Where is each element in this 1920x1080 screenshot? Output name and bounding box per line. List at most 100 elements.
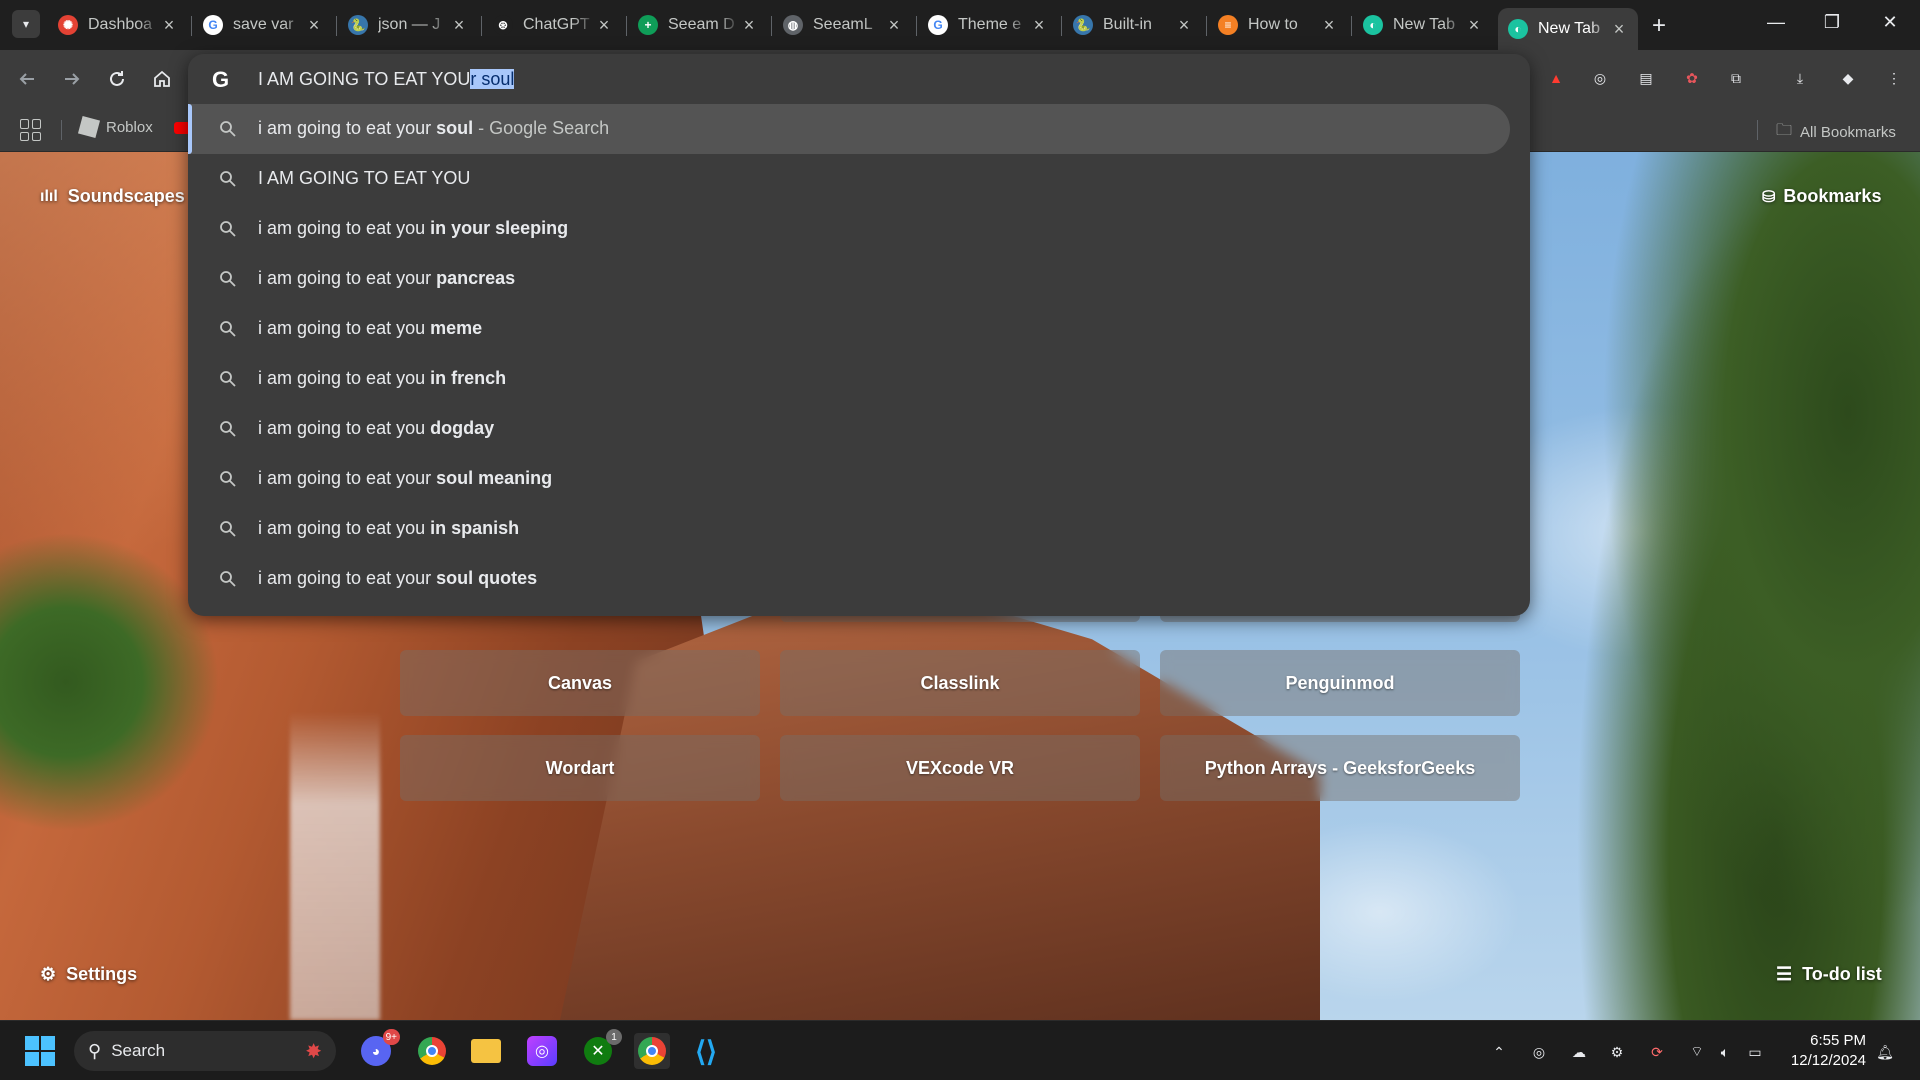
bookmarks-button[interactable]: ⛁ Bookmarks — [1762, 186, 1881, 207]
suggestion-text: i am going to eat you in your sleeping — [258, 218, 568, 239]
chrome-icon — [418, 1037, 446, 1065]
suggestion-text: i am going to eat you meme — [258, 318, 482, 339]
tab-close-icon[interactable]: × — [1610, 19, 1628, 40]
suggestion-row[interactable]: i am going to eat your soul meaning — [188, 454, 1510, 504]
shortcut-wordart[interactable]: Wordart — [400, 735, 760, 801]
suggestion-row[interactable]: i am going to eat your soul - Google Sea… — [188, 104, 1510, 154]
tab-5[interactable]: ◍ SeeamL × — [773, 8, 913, 42]
tab-close-icon[interactable]: × — [305, 15, 323, 36]
taskbar-chrome[interactable] — [414, 1033, 450, 1069]
tab-10[interactable]: ◐ New Tab × — [1498, 8, 1638, 50]
menu-kebab-icon[interactable]: ⋮ — [1882, 66, 1906, 90]
profile-switch-icon[interactable]: ◆ — [1836, 66, 1860, 90]
restore-button[interactable]: ❐ — [1812, 12, 1852, 33]
tab-6[interactable]: G Theme e × — [918, 8, 1058, 42]
suggestion-text-part: i am going to eat your — [258, 118, 437, 138]
tray-glasses-icon[interactable]: ◎ — [1528, 1041, 1550, 1063]
tab-close-icon[interactable]: × — [1030, 15, 1048, 36]
stackoverflow-icon: ≡ — [1218, 15, 1238, 35]
print-extension-icon[interactable]: ▤ — [1634, 66, 1658, 90]
apps-grid-icon[interactable] — [20, 119, 42, 141]
tab-search-button[interactable]: ▾ — [12, 10, 40, 38]
tab-close-icon[interactable]: × — [160, 15, 178, 36]
tab-3[interactable]: ⊛ ChatGPT × — [483, 8, 623, 42]
tray-steam-icon[interactable]: ⚙ — [1606, 1041, 1628, 1063]
suggestion-row[interactable]: i am going to eat your soul quotes — [188, 554, 1510, 604]
suggestion-row[interactable]: i am going to eat you dogday — [188, 404, 1510, 454]
shortcut-canvas[interactable]: Canvas — [400, 650, 760, 716]
reader-extension-icon[interactable]: ◎ — [1588, 66, 1612, 90]
suggestion-row[interactable]: i am going to eat you in your sleeping — [188, 204, 1510, 254]
taskbar-discord[interactable]: ◕ 9+ — [358, 1029, 400, 1069]
shortcut-classlink[interactable]: Classlink — [780, 650, 1140, 716]
tab-separator — [1206, 16, 1207, 36]
suggestion-text: i am going to eat you in french — [258, 368, 506, 389]
taskbar-app-purple[interactable]: ◎ — [524, 1033, 560, 1069]
new-tab-button[interactable]: + — [1652, 12, 1666, 40]
suggestion-text-part: soul meaning — [436, 468, 553, 488]
suggestion-row[interactable]: i am going to eat you in spanish — [188, 504, 1510, 554]
download-icon[interactable]: ⤓ — [1788, 66, 1812, 90]
close-window-button[interactable]: ✕ — [1870, 12, 1910, 33]
tab-1[interactable]: Gsave var × — [193, 8, 333, 42]
tab-0[interactable]: ✺ Dashboa × — [48, 8, 188, 42]
suggestion-row[interactable]: i am going to eat you meme — [188, 304, 1510, 354]
taskbar-search[interactable]: ⚲ Search ✸ — [74, 1031, 336, 1071]
taskbar-chrome-active[interactable] — [634, 1033, 670, 1069]
suggestion-row[interactable]: i am going to eat you in french — [188, 354, 1510, 404]
shortcut-python-arrays[interactable]: Python Arrays - GeeksforGeeks — [1160, 735, 1520, 801]
tab-close-icon[interactable]: × — [1175, 15, 1193, 36]
back-button[interactable] — [12, 64, 42, 94]
suggestion-text: i am going to eat you dogday — [258, 418, 494, 439]
forward-button[interactable] — [57, 64, 87, 94]
todo-list-button[interactable]: ☰ To-do list — [1776, 964, 1882, 985]
battery-icon[interactable]: ▭ — [1744, 1041, 1766, 1063]
tab-close-icon[interactable]: × — [595, 15, 613, 36]
sheets-icon: + — [638, 15, 658, 35]
address-bar[interactable]: G I AM GOING TO EAT YOUr soul — [188, 54, 1530, 104]
tray-sync-icon[interactable]: ⟳ — [1646, 1041, 1668, 1063]
tab-2[interactable]: 🐍 json — J × — [338, 8, 478, 42]
taskbar-vscode[interactable]: ⟨⟩ — [688, 1033, 724, 1069]
taskbar-xbox[interactable]: ✕ 1 — [580, 1029, 622, 1069]
minimize-button[interactable]: — — [1756, 12, 1796, 33]
bookmark-roblox[interactable]: Roblox — [77, 115, 153, 139]
soundscapes-button[interactable]: ılıl Soundscapes — [40, 186, 185, 207]
tab-9[interactable]: ◐ New Tab × — [1353, 8, 1493, 42]
taskbar-clock[interactable]: 6:55 PM 12/12/2024 — [1776, 1031, 1866, 1071]
tab-title: Theme e — [958, 16, 1022, 33]
settings-button[interactable]: ⚙ Settings — [40, 964, 137, 985]
tab-close-icon[interactable]: × — [1465, 15, 1483, 36]
all-bookmarks-button[interactable]: 🗀 All Bookmarks — [1776, 119, 1896, 146]
tray-overflow-chevron-icon[interactable]: ⌃ — [1488, 1041, 1510, 1063]
wifi-icon[interactable]: ⌔ — [1686, 1041, 1708, 1063]
tab-title: ChatGPT — [523, 16, 590, 33]
address-input[interactable]: I AM GOING TO EAT YOUr soul — [258, 69, 515, 90]
extensions-puzzle-icon[interactable]: ⧉ — [1724, 66, 1748, 90]
tab-close-icon[interactable]: × — [740, 15, 758, 36]
suggestion-row[interactable]: I AM GOING TO EAT YOU — [188, 154, 1510, 204]
taskbar: ⚲ Search ✸ ◕ 9+ ◎ ✕ 1 ⟨⟩ ⌃ ◎ ☁ ⚙ ⟳ ⌔ 🔈︎ … — [0, 1020, 1920, 1080]
notification-bell-icon[interactable]: 🔔︎ — [1874, 1041, 1896, 1063]
shortcut-vexcode-vr[interactable]: VEXcode VR — [780, 735, 1140, 801]
arrow-right-icon — [65, 73, 80, 85]
tab-4[interactable]: + Seeam D × — [628, 8, 768, 42]
tray-onedrive-icon[interactable]: ☁ — [1568, 1041, 1590, 1063]
tab-7[interactable]: 🐍 Built-in × — [1063, 8, 1203, 42]
windows-start-button[interactable] — [22, 1033, 58, 1069]
gear-icon: ⚙ — [40, 964, 57, 984]
shortcut-penguinmod[interactable]: Penguinmod — [1160, 650, 1520, 716]
tab-close-icon[interactable]: × — [885, 15, 903, 36]
reload-button[interactable] — [102, 64, 132, 94]
adobe-acrobat-extension-icon[interactable]: ▲ — [1544, 66, 1568, 90]
volume-icon[interactable]: 🔈︎ — [1714, 1041, 1736, 1063]
home-button[interactable] — [147, 64, 177, 94]
tab-8[interactable]: ≡ How to × — [1208, 8, 1348, 42]
suggestion-row[interactable]: i am going to eat your pancreas — [188, 254, 1510, 304]
tab-close-icon[interactable]: × — [450, 15, 468, 36]
taskbar-file-explorer[interactable] — [468, 1033, 504, 1069]
tab-close-icon[interactable]: × — [1320, 15, 1338, 36]
suggestion-text-part: in spanish — [430, 518, 520, 538]
bonjourr-icon: ◐ — [1363, 15, 1383, 35]
extension-red-icon[interactable]: ✿ — [1680, 66, 1704, 90]
